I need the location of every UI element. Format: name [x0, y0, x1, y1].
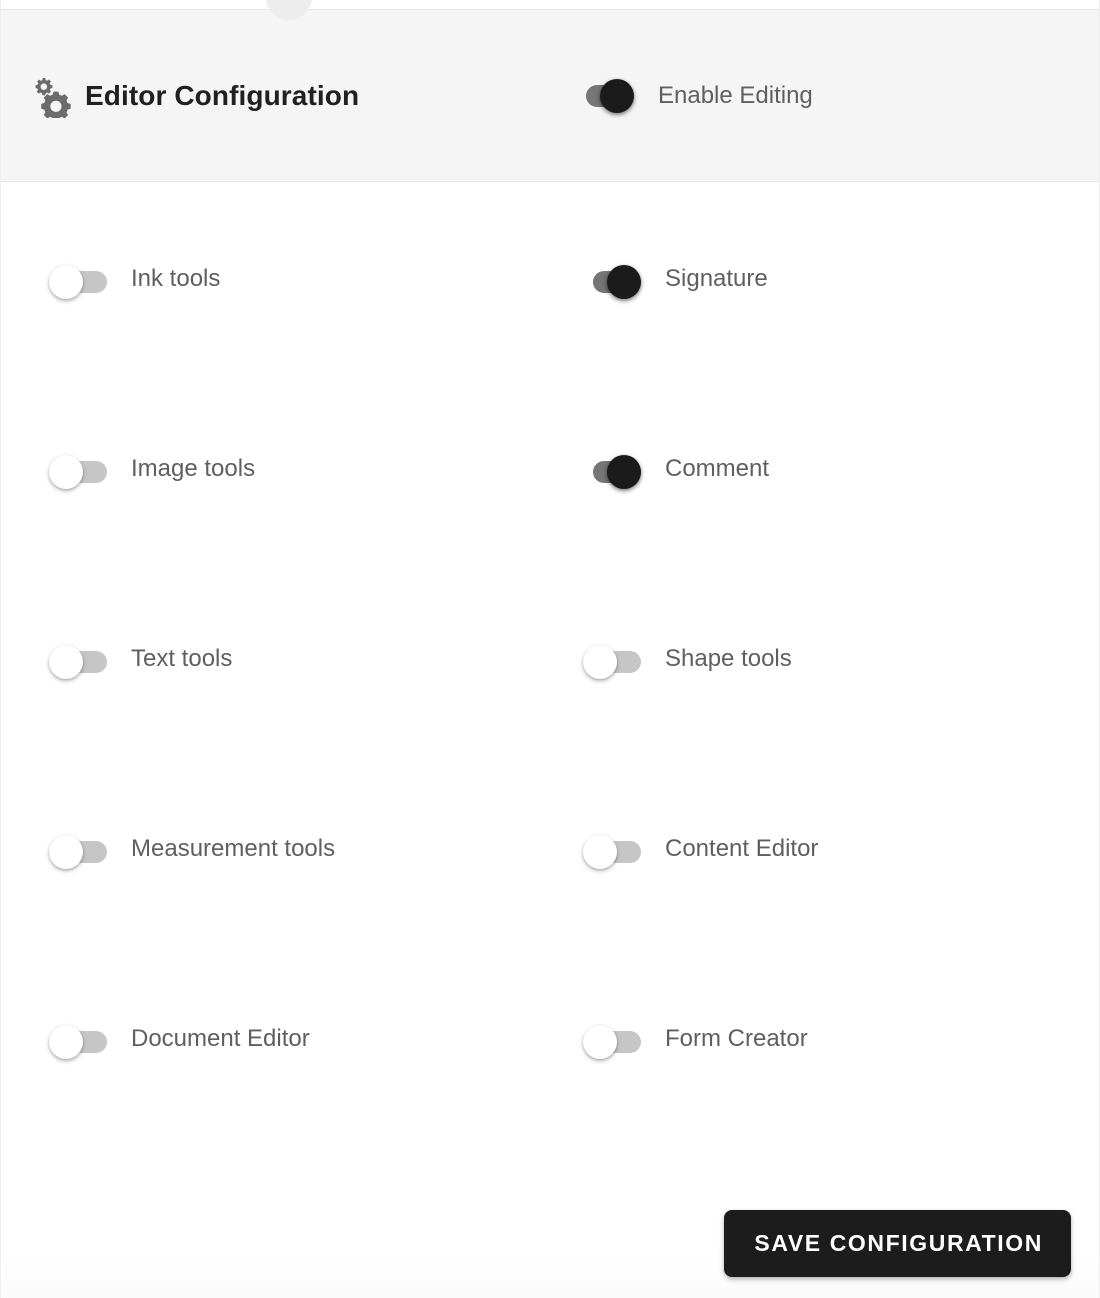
- content-editor-label: Content Editor: [665, 835, 819, 862]
- measurement-tools-toggle[interactable]: [49, 835, 107, 869]
- shape-tools-toggle[interactable]: [583, 645, 641, 679]
- option-text-tools: Text tools: [1, 645, 546, 835]
- save-configuration-button[interactable]: SAVE CONFIGURATION: [724, 1210, 1071, 1277]
- form-creator-toggle[interactable]: [583, 1025, 641, 1059]
- toggle-knob: [49, 455, 83, 489]
- ink-tools-label: Ink tools: [131, 265, 221, 292]
- image-tools-toggle[interactable]: [49, 455, 107, 489]
- toggle-knob: [583, 645, 617, 679]
- shape-tools-label: Shape tools: [665, 645, 792, 672]
- option-comment: Comment: [546, 455, 1091, 645]
- option-row: Ink tools Signature: [1, 265, 1099, 455]
- toggle-knob: [600, 78, 634, 113]
- option-signature: Signature: [546, 265, 1091, 455]
- text-tools-label: Text tools: [131, 645, 233, 672]
- measurement-tools-label: Measurement tools: [131, 835, 336, 862]
- enable-editing-toggle[interactable]: [576, 78, 634, 113]
- option-content-editor: Content Editor: [546, 835, 1091, 1025]
- toggle-knob: [49, 835, 83, 869]
- panel-header: Editor Configuration Enable Editing: [1, 9, 1099, 182]
- toggle-knob: [49, 265, 83, 299]
- option-row: Measurement tools Content Editor: [1, 835, 1099, 1025]
- signature-toggle[interactable]: [583, 265, 641, 299]
- ink-tools-toggle[interactable]: [49, 265, 107, 299]
- document-editor-label: Document Editor: [131, 1025, 310, 1052]
- comment-toggle[interactable]: [583, 455, 641, 489]
- options-grid: Ink tools Signature Image tools Comment …: [1, 265, 1099, 1215]
- option-row: Text tools Shape tools: [1, 645, 1099, 835]
- enable-editing-row: Enable Editing: [576, 78, 813, 113]
- option-shape-tools: Shape tools: [546, 645, 1091, 835]
- toggle-knob: [607, 265, 641, 299]
- page-title: Editor Configuration: [85, 79, 360, 111]
- document-editor-toggle[interactable]: [49, 1025, 107, 1059]
- settings-gears-icon: [31, 74, 75, 121]
- option-image-tools: Image tools: [1, 455, 546, 645]
- option-row: Image tools Comment: [1, 455, 1099, 645]
- form-creator-label: Form Creator: [665, 1025, 808, 1052]
- option-measurement-tools: Measurement tools: [1, 835, 546, 1025]
- signature-label: Signature: [665, 265, 768, 292]
- comment-label: Comment: [665, 455, 770, 482]
- header-title-group: Editor Configuration: [31, 74, 576, 121]
- image-tools-label: Image tools: [131, 455, 256, 482]
- enable-editing-label: Enable Editing: [658, 81, 813, 109]
- toggle-knob: [49, 1025, 83, 1059]
- toggle-knob: [607, 455, 641, 489]
- panel-footer: SAVE CONFIGURATION: [1, 1185, 1099, 1298]
- option-ink-tools: Ink tools: [1, 265, 546, 455]
- toggle-knob: [49, 645, 83, 679]
- content-editor-toggle[interactable]: [583, 835, 641, 869]
- editor-configuration-panel: Editor Configuration Enable Editing Ink …: [0, 0, 1100, 1298]
- text-tools-toggle[interactable]: [49, 645, 107, 679]
- toggle-knob: [583, 1025, 617, 1059]
- toggle-knob: [583, 835, 617, 869]
